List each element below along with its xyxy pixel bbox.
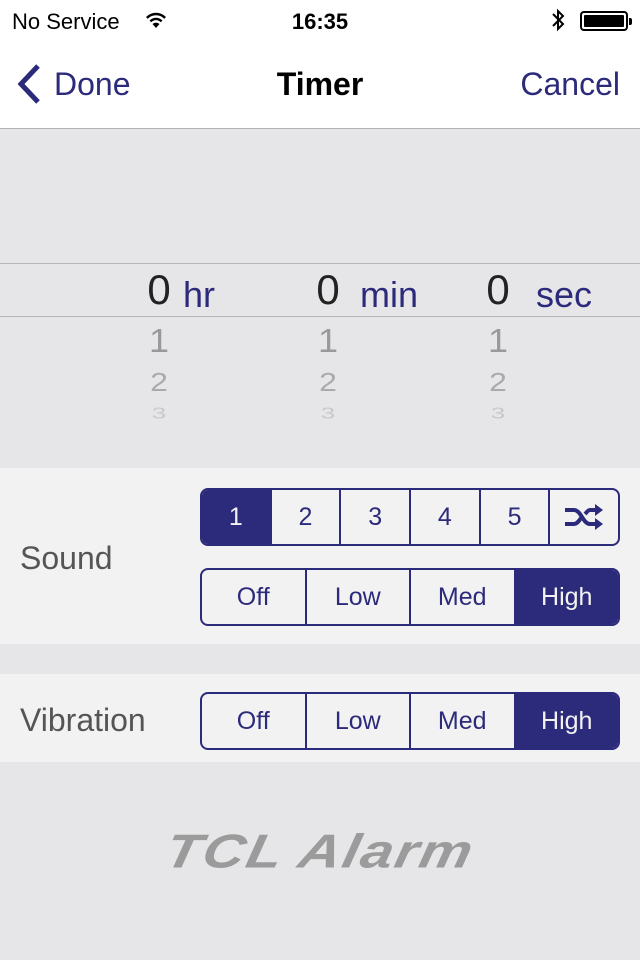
sound-section: Sound 1 2 3 4 5 Off Low Med High (0, 468, 640, 644)
navigation-bar: Done Timer Cancel (0, 40, 640, 129)
minutes-unit: min (360, 274, 419, 315)
app-logo: TCL Alarm (160, 824, 480, 879)
sound-tone-selector: 1 2 3 4 5 (200, 488, 620, 546)
seconds-option[interactable]: 1 (478, 322, 518, 361)
seconds-selected: 0 (486, 266, 510, 313)
hours-option[interactable]: 3 (139, 404, 179, 423)
seconds-option[interactable]: 2 (478, 368, 518, 398)
status-bar: No Service 16:35 (0, 0, 640, 40)
sound-label: Sound (20, 540, 113, 576)
vibration-level-selector: Off Low Med High (200, 692, 620, 750)
vibration-section: Vibration Off Low Med High (0, 674, 640, 762)
battery-icon (580, 11, 632, 31)
shuffle-icon (565, 504, 604, 530)
tone-option-5[interactable]: 5 (478, 490, 549, 544)
cancel-button[interactable]: Cancel (520, 66, 620, 103)
seconds-unit: sec (536, 274, 593, 315)
hours-unit: hr (183, 274, 216, 315)
sound-level-low[interactable]: Low (304, 570, 410, 624)
bluetooth-icon (552, 8, 565, 32)
minutes-option[interactable]: 2 (308, 368, 348, 398)
hours-selected: 0 (147, 266, 171, 313)
tone-option-4[interactable]: 4 (409, 490, 479, 544)
tone-option-3[interactable]: 3 (339, 490, 409, 544)
sound-level-off[interactable]: Off (202, 570, 305, 624)
picker-selection-bottom-line (0, 316, 640, 317)
vibration-level-high[interactable]: High (513, 694, 618, 748)
picker-selection-top-line (0, 263, 640, 264)
vibration-level-low[interactable]: Low (304, 694, 410, 748)
battery-fill (584, 15, 624, 27)
clock: 16:35 (291, 9, 349, 34)
battery-nub (629, 18, 632, 25)
sound-level-med[interactable]: Med (409, 570, 514, 624)
minutes-option[interactable]: 1 (308, 322, 348, 361)
vibration-level-off[interactable]: Off (202, 694, 305, 748)
hours-option[interactable]: 1 (139, 322, 179, 361)
seconds-option[interactable]: 3 (478, 404, 518, 423)
timer-picker[interactable]: 0 hr 1 2 3 0 min 1 2 3 0 sec 1 2 3 (0, 130, 640, 468)
tone-option-shuffle[interactable] (548, 490, 618, 544)
tone-option-2[interactable]: 2 (269, 490, 340, 544)
vibration-level-med[interactable]: Med (409, 694, 514, 748)
vibration-label: Vibration (20, 702, 146, 738)
sound-level-high[interactable]: High (513, 570, 618, 624)
tone-option-1[interactable]: 1 (202, 490, 270, 544)
minutes-selected: 0 (316, 266, 340, 313)
sound-level-selector: Off Low Med High (200, 568, 620, 626)
minutes-option[interactable]: 3 (308, 404, 348, 423)
hours-option[interactable]: 2 (139, 368, 179, 398)
